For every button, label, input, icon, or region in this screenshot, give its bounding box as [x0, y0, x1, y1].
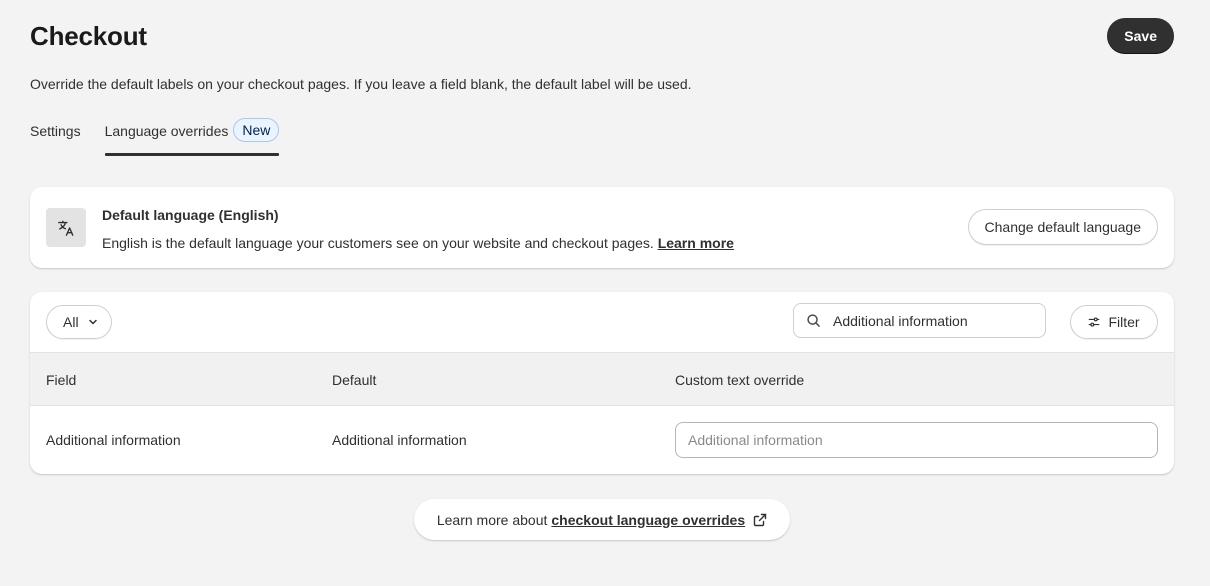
save-button[interactable]: Save [1107, 18, 1174, 54]
row-default-cell: Additional information [332, 432, 467, 448]
checkout-page: Checkout Save Override the default label… [0, 0, 1210, 586]
tab-language-overrides-label: Language overrides [104, 123, 229, 139]
default-language-title: Default language (English) [102, 207, 279, 223]
filter-icon [1088, 316, 1100, 328]
search-input[interactable] [833, 312, 1033, 329]
filter-button[interactable]: Filter [1070, 305, 1158, 339]
tab-settings-label: Settings [30, 123, 81, 139]
page-title: Checkout [30, 20, 147, 51]
learn-more-prefix: Learn more about [436, 511, 548, 528]
all-filter-label: All [63, 314, 79, 330]
default-language-card: Default language (English) English is th… [30, 187, 1174, 268]
column-header-field: Field [46, 372, 77, 388]
column-header-custom-override: Custom text override [675, 372, 805, 388]
external-link-icon [753, 513, 767, 527]
tab-bar: Settings Language overrides New [30, 118, 280, 156]
row-field-cell: Additional information [46, 432, 181, 448]
tab-settings[interactable]: Settings [30, 118, 81, 156]
new-badge: New [233, 118, 280, 142]
learn-more-footer: Learn more about checkout language overr… [414, 499, 790, 540]
learn-more-link[interactable]: Learn more [658, 235, 734, 251]
search-icon [806, 313, 821, 328]
page-header: Checkout Save [30, 18, 1174, 54]
tab-language-overrides[interactable]: Language overrides New [104, 118, 280, 156]
page-description: Override the default labels on your chec… [30, 76, 692, 92]
table-header-row: Field Default Custom text override [30, 352, 1174, 406]
translate-icon [46, 208, 86, 247]
default-language-description: English is the default language your cus… [102, 235, 734, 251]
chevron-down-icon [87, 316, 99, 328]
search-field[interactable] [793, 303, 1046, 338]
change-default-language-button[interactable]: Change default language [967, 209, 1158, 245]
all-filter-select[interactable]: All [46, 305, 112, 339]
default-language-text: English is the default language your cus… [102, 235, 654, 251]
column-header-default: Default [332, 372, 377, 388]
custom-override-input[interactable] [675, 422, 1158, 458]
checkout-language-overrides-link[interactable]: checkout language overrides [551, 512, 745, 528]
filter-label: Filter [1108, 314, 1140, 330]
overrides-table-card: All Filter Field Default Custom text [30, 292, 1174, 474]
